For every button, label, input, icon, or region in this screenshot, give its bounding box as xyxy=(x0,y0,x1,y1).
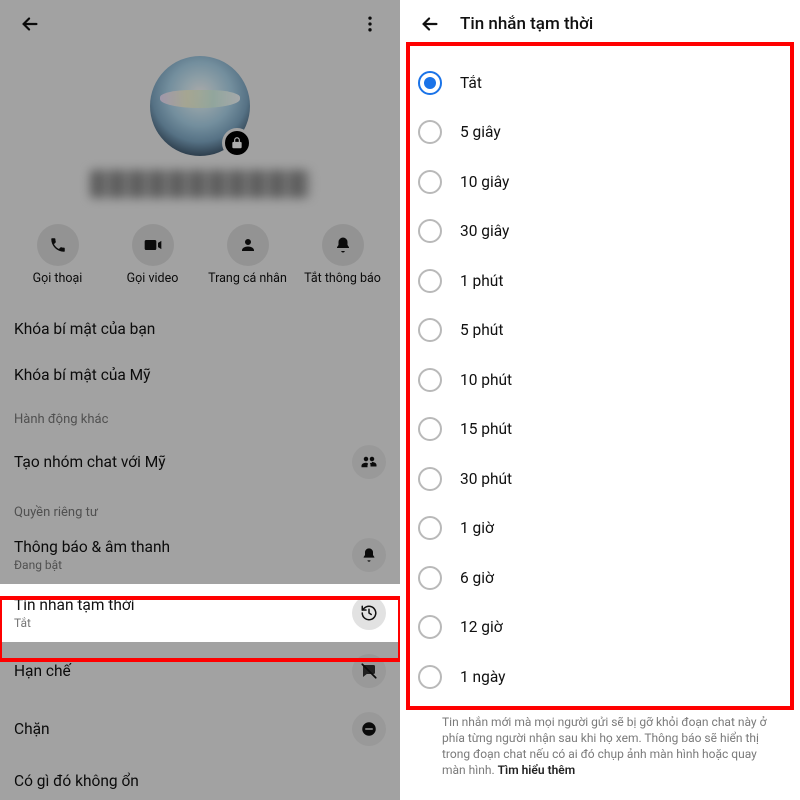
disappearing-messages-pane: Tin nhắn tạm thời Tắt 5 giây 10 giây 30 giâ… xyxy=(400,0,800,800)
duration-option-label: 5 phút xyxy=(460,321,503,339)
duration-option-label: 10 giây xyxy=(460,173,509,191)
row-sublabel: Đang bật xyxy=(14,558,170,572)
row-restrict[interactable]: Hạn chế xyxy=(0,642,400,700)
row-label: Có gì đó không ổn xyxy=(14,772,139,790)
row-label: Hạn chế xyxy=(14,662,71,680)
radio-icon xyxy=(418,71,442,95)
duration-option-label: 1 ngày xyxy=(460,668,505,686)
row-their-secret-key[interactable]: Khóa bí mật của Mỹ xyxy=(0,352,400,398)
video-call-button[interactable]: Gọi video xyxy=(107,224,199,286)
row-create-group[interactable]: Tạo nhóm chat với Mỹ xyxy=(0,433,400,491)
audio-call-button[interactable]: Gọi thoại xyxy=(12,224,104,286)
section-privacy: Quyền riêng tư xyxy=(0,491,400,526)
chat-slash-icon xyxy=(360,662,378,680)
video-call-label: Gọi video xyxy=(127,272,179,286)
row-your-secret-key[interactable]: Khóa bí mật của bạn xyxy=(0,306,400,352)
mute-button[interactable]: Tắt thông báo xyxy=(297,224,389,286)
duration-option[interactable]: Tắt xyxy=(418,58,790,108)
duration-option[interactable]: 6 giờ xyxy=(418,553,790,603)
row-label: Thông báo & âm thanh xyxy=(14,538,170,556)
profile-button[interactable]: Trang cá nhân xyxy=(202,224,294,286)
person-icon xyxy=(239,236,257,254)
section-other-actions: Hành động khác xyxy=(0,398,400,433)
duration-option-label: 30 giây xyxy=(460,222,509,240)
bell-icon xyxy=(334,236,352,254)
duration-option[interactable]: 30 phút xyxy=(418,454,790,504)
profile-label: Trang cá nhân xyxy=(208,272,287,286)
radio-icon xyxy=(418,665,442,689)
more-button[interactable] xyxy=(354,8,386,40)
row-label: Tin nhắn tạm thời xyxy=(14,596,135,614)
minus-circle-icon xyxy=(360,720,378,738)
radio-icon xyxy=(418,615,442,639)
radio-icon xyxy=(418,170,442,194)
more-vertical-icon xyxy=(360,14,380,34)
phone-icon xyxy=(49,236,67,254)
quick-actions: Gọi thoại Gọi video Trang cá nhân Tắt th… xyxy=(0,206,400,298)
duration-option-label: 6 giờ xyxy=(460,569,494,587)
duration-option-label: 30 phút xyxy=(460,470,512,488)
duration-option[interactable]: 5 giây xyxy=(418,108,790,158)
duration-option-label: 10 phút xyxy=(460,371,512,389)
radio-icon xyxy=(418,318,442,342)
duration-option[interactable]: 1 phút xyxy=(418,256,790,306)
conversation-settings-pane: Gọi thoại Gọi video Trang cá nhân Tắt th… xyxy=(0,0,400,800)
footer-text: Tin nhắn mới mà mọi người gửi sẽ bị gỡ k… xyxy=(442,715,766,778)
learn-more-link[interactable]: Tìm hiểu thêm xyxy=(498,763,576,777)
duration-option-label: Tắt xyxy=(460,74,482,92)
row-label: Chặn xyxy=(14,720,50,738)
duration-option[interactable]: 1 ngày xyxy=(418,652,790,702)
right-topbar: Tin nhắn tạm thời xyxy=(400,0,800,48)
radio-icon xyxy=(418,120,442,144)
footer-note: Tin nhắn mới mà mọi người gửi sẽ bị gỡ k… xyxy=(400,706,800,779)
duration-option[interactable]: 15 phút xyxy=(418,405,790,455)
profile-name-blurred xyxy=(90,170,310,198)
radio-icon xyxy=(418,417,442,441)
radio-icon xyxy=(418,269,442,293)
duration-option[interactable]: 30 giây xyxy=(418,207,790,257)
bell-icon xyxy=(361,547,377,563)
left-topbar xyxy=(0,0,400,48)
row-notifications[interactable]: Thông báo & âm thanh Đang bật xyxy=(0,526,400,584)
mute-label: Tắt thông báo xyxy=(304,272,381,286)
duration-option[interactable]: 12 giờ xyxy=(418,603,790,653)
duration-option[interactable]: 5 phút xyxy=(418,306,790,356)
row-label: Khóa bí mật của bạn xyxy=(14,320,155,338)
row-block[interactable]: Chặn xyxy=(0,700,400,758)
video-icon xyxy=(143,235,163,255)
duration-option-label: 1 giờ xyxy=(460,519,494,537)
duration-option[interactable]: 10 giây xyxy=(418,157,790,207)
duration-option[interactable]: 10 phút xyxy=(418,355,790,405)
radio-icon xyxy=(418,219,442,243)
duration-option-label: 1 phút xyxy=(460,272,503,290)
row-report[interactable]: Có gì đó không ổn xyxy=(0,758,400,800)
duration-option-label: 5 giây xyxy=(460,123,501,141)
row-sublabel: Tắt xyxy=(14,616,135,630)
radio-icon xyxy=(418,516,442,540)
row-label: Khóa bí mật của Mỹ xyxy=(14,366,151,384)
arrow-left-icon xyxy=(419,13,441,35)
profile-block xyxy=(0,48,400,206)
duration-options-list: Tắt 5 giây 10 giây 30 giây 1 phút 5 phút 10 ph… xyxy=(402,48,798,706)
radio-icon xyxy=(418,368,442,392)
lock-icon xyxy=(230,136,244,150)
audio-call-label: Gọi thoại xyxy=(33,272,83,286)
row-label: Tạo nhóm chat với Mỹ xyxy=(14,453,166,471)
row-disappearing-messages[interactable]: Tin nhắn tạm thời Tắt xyxy=(0,584,400,642)
duration-option-label: 12 giờ xyxy=(460,618,503,636)
radio-icon xyxy=(418,566,442,590)
page-title: Tin nhắn tạm thời xyxy=(460,14,593,34)
radio-icon xyxy=(418,467,442,491)
back-button[interactable] xyxy=(414,8,446,40)
group-icon xyxy=(360,453,378,471)
encryption-badge xyxy=(222,128,252,158)
back-button[interactable] xyxy=(14,8,46,40)
duration-option[interactable]: 1 giờ xyxy=(418,504,790,554)
duration-option-label: 15 phút xyxy=(460,420,512,438)
history-icon xyxy=(360,604,378,622)
settings-list: Khóa bí mật của bạn Khóa bí mật của Mỹ H… xyxy=(0,298,400,800)
avatar-wrap[interactable] xyxy=(150,56,250,156)
arrow-left-icon xyxy=(19,13,41,35)
